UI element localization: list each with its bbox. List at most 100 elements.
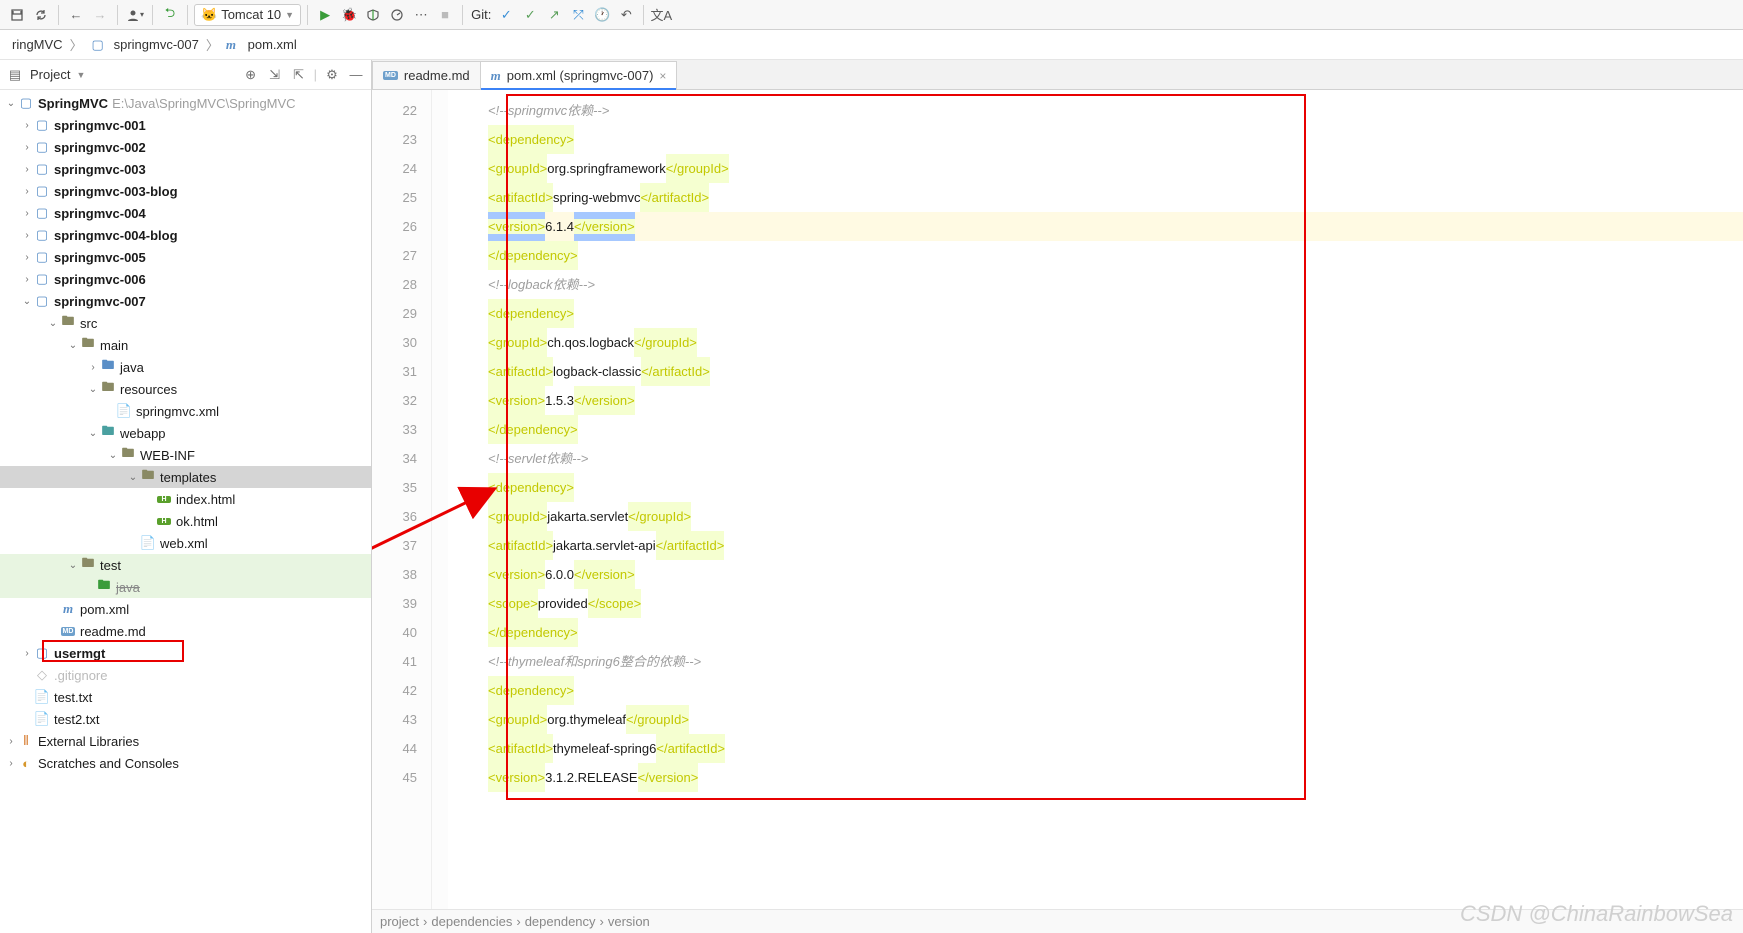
tab-label: pom.xml (springmvc-007) <box>507 68 654 83</box>
tree-scratches[interactable]: ›◐Scratches and Consoles <box>0 752 371 774</box>
folder-icon: 🖿 <box>80 337 96 353</box>
stop-icon[interactable]: ■ <box>434 4 456 26</box>
breadcrumb-item[interactable]: project <box>380 914 419 929</box>
tree-folder[interactable]: ⌄🖿resources <box>0 378 371 400</box>
tab-pom[interactable]: m pom.xml (springmvc-007) × <box>480 61 678 89</box>
tree-module-open[interactable]: ⌄▢springmvc-007 <box>0 290 371 312</box>
tree-module[interactable]: ›▢springmvc-002 <box>0 136 371 158</box>
tree-folder[interactable]: ⌄🖿WEB-INF <box>0 444 371 466</box>
tree-folder-selected[interactable]: ⌄🖿templates <box>0 466 371 488</box>
tree-file-pom[interactable]: mpom.xml <box>0 598 371 620</box>
tree-module[interactable]: ›▢springmvc-004-blog <box>0 224 371 246</box>
translate-icon[interactable]: 文A <box>650 4 672 26</box>
git-history-icon[interactable]: ⤱ <box>567 4 589 26</box>
back-play-icon[interactable]: ⮌ <box>159 4 181 26</box>
git-rollback-icon[interactable]: ↶ <box>615 4 637 26</box>
forward-icon[interactable]: → <box>89 4 111 26</box>
chevron-right-icon: 〉 <box>206 35 219 54</box>
coverage-icon[interactable] <box>362 4 384 26</box>
resources-folder-icon: 🖿 <box>100 381 116 397</box>
tree-module[interactable]: ›▢usermgt <box>0 642 371 664</box>
module-icon: ▢ <box>34 161 50 177</box>
breadcrumb-item[interactable]: ringMVC <box>8 35 67 54</box>
tree-folder[interactable]: 🖿java <box>0 576 371 598</box>
git-update-icon[interactable]: ✓ <box>495 4 517 26</box>
tree-file[interactable]: Hindex.html <box>0 488 371 510</box>
run-icon[interactable]: ▶ <box>314 4 336 26</box>
html-icon: H <box>156 513 172 529</box>
breadcrumb-item[interactable]: version <box>608 914 650 929</box>
close-icon[interactable]: × <box>659 69 666 83</box>
tree-file[interactable]: 📄test.txt <box>0 686 371 708</box>
code-content[interactable]: <!--springmvc依赖--> <dependency> <groupId… <box>448 90 1743 909</box>
tree-file[interactable]: 📄web.xml <box>0 532 371 554</box>
tree-folder[interactable]: ⌄🖿webapp <box>0 422 371 444</box>
module-icon: ▢ <box>34 139 50 155</box>
collapse-icon[interactable]: ⇱ <box>290 66 308 84</box>
tree-module[interactable]: ›▢springmvc-005 <box>0 246 371 268</box>
md-icon: MD <box>60 623 76 639</box>
breadcrumb-item[interactable]: m pom.xml <box>222 35 301 55</box>
gear-icon[interactable]: ⚙ <box>323 66 341 84</box>
tree-folder[interactable]: ⌄🖿src <box>0 312 371 334</box>
tree-module[interactable]: ›▢springmvc-004 <box>0 202 371 224</box>
breadcrumb-item[interactable]: dependencies <box>431 914 512 929</box>
git-clock-icon[interactable]: 🕐 <box>591 4 613 26</box>
tree-module[interactable]: ›▢springmvc-001 <box>0 114 371 136</box>
tree-folder[interactable]: ⌄🖿main <box>0 334 371 356</box>
fold-column <box>432 90 448 909</box>
hide-icon[interactable]: — <box>347 66 365 84</box>
module-icon: ▢ <box>34 293 50 309</box>
module-icon: ▢ <box>34 183 50 199</box>
tomcat-icon: 🐱 <box>201 7 217 23</box>
tree-ext-lib[interactable]: ›⫴External Libraries <box>0 730 371 752</box>
tab-readme[interactable]: MD readme.md <box>372 61 481 89</box>
back-icon[interactable]: ← <box>65 4 87 26</box>
project-tree[interactable]: ⌄▢SpringMVCE:\Java\SpringMVC\SpringMVC ›… <box>0 90 371 933</box>
chevron-down-icon[interactable]: ▼ <box>76 70 85 80</box>
maven-icon: m <box>226 37 236 53</box>
sync-icon[interactable] <box>30 4 52 26</box>
gitignore-icon: ◇ <box>34 667 50 683</box>
tree-file[interactable]: ◇.gitignore <box>0 664 371 686</box>
module-icon: ▢ <box>34 205 50 221</box>
tree-folder[interactable]: ⌄🖿test <box>0 554 371 576</box>
breadcrumb-item[interactable]: ▢springmvc-007 <box>86 35 203 55</box>
git-commit-icon[interactable]: ✓ <box>519 4 541 26</box>
tree-file[interactable]: 📄springmvc.xml <box>0 400 371 422</box>
save-icon[interactable] <box>6 4 28 26</box>
module-icon: ▢ <box>34 249 50 265</box>
run-config-selector[interactable]: 🐱 Tomcat 10 ▼ <box>194 4 301 26</box>
scratch-icon: ◐ <box>18 755 34 771</box>
tree-file[interactable]: 📄test2.txt <box>0 708 371 730</box>
project-icon: ▢ <box>18 95 34 111</box>
breadcrumb-item[interactable]: dependency <box>525 914 596 929</box>
tree-module[interactable]: ›▢springmvc-003 <box>0 158 371 180</box>
debug-icon[interactable]: 🐞 <box>338 4 360 26</box>
project-view-icon[interactable]: ▤ <box>6 66 24 84</box>
git-push-icon[interactable]: ↗ <box>543 4 565 26</box>
tree-module[interactable]: ›▢springmvc-006 <box>0 268 371 290</box>
md-icon: MD <box>383 71 398 80</box>
tree-file[interactable]: MDreadme.md <box>0 620 371 642</box>
tab-label: readme.md <box>404 68 470 83</box>
module-icon: ▢ <box>34 117 50 133</box>
tree-folder[interactable]: ›🖿java <box>0 356 371 378</box>
maven-icon: m <box>491 68 501 84</box>
tree-module[interactable]: ›▢springmvc-003-blog <box>0 180 371 202</box>
tree-root[interactable]: ⌄▢SpringMVCE:\Java\SpringMVC\SpringMVC <box>0 92 371 114</box>
user-icon[interactable]: ▾ <box>124 4 146 26</box>
project-sidebar: ▤ Project ▼ ⊕ ⇲ ⇱ | ⚙ — ⌄▢SpringMVCE:\Ja… <box>0 60 372 933</box>
xml-icon: 📄 <box>116 403 132 419</box>
git-label: Git: <box>469 7 493 22</box>
attach-icon[interactable]: ⋯ <box>410 4 432 26</box>
profile-icon[interactable] <box>386 4 408 26</box>
tree-file[interactable]: Hok.html <box>0 510 371 532</box>
editor-area: MD readme.md m pom.xml (springmvc-007) × 22… <box>372 60 1743 933</box>
folder-icon: 🖿 <box>60 315 76 331</box>
expand-icon[interactable]: ⇲ <box>266 66 284 84</box>
locate-icon[interactable]: ⊕ <box>242 66 260 84</box>
library-icon: ⫴ <box>18 733 34 749</box>
sidebar-title: Project <box>30 67 70 82</box>
code-editor[interactable]: 2223242526272829303132333435363738394041… <box>372 90 1743 909</box>
